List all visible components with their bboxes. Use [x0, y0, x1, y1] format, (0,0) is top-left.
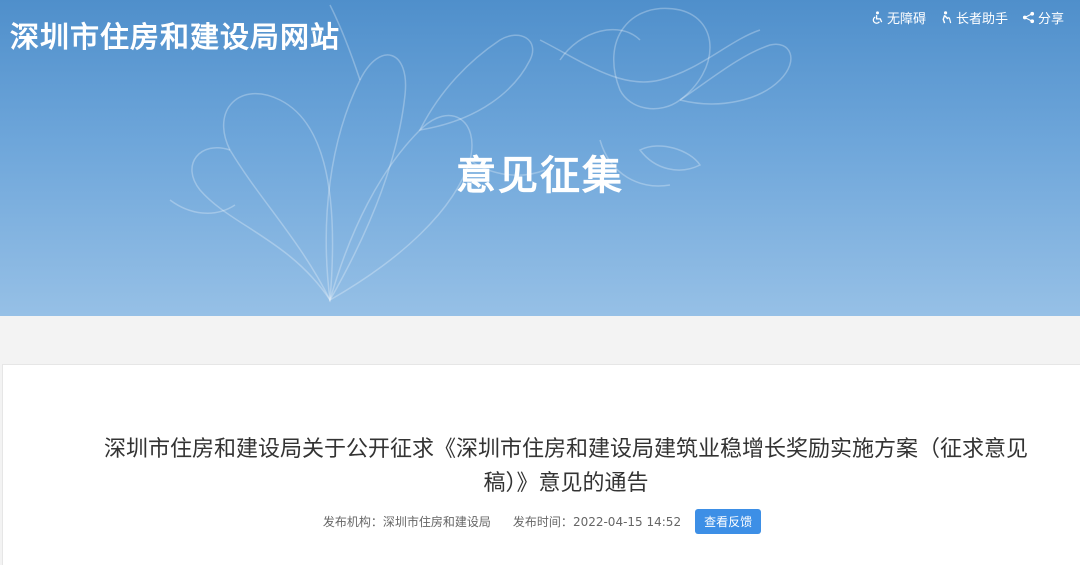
publish-time-value: 2022-04-15 14:52 — [572, 514, 682, 529]
site-title[interactable]: 深圳市住房和建设局网站 — [10, 14, 340, 56]
accessibility-link[interactable]: 无障碍 — [871, 8, 926, 27]
article-meta: 发布机构： 深圳市住房和建设局 发布时间： 2022-04-15 14:52 查… — [3, 509, 1080, 534]
publisher-value: 深圳市住房和建设局 — [382, 515, 491, 529]
publisher-label: 发布机构： — [322, 515, 383, 529]
elder-helper-link[interactable]: 长者助手 — [940, 8, 1008, 27]
share-icon — [1022, 11, 1035, 24]
view-feedback-button[interactable]: 查看反馈 — [695, 509, 762, 534]
share-label: 分享 — [1037, 12, 1064, 27]
banner-title: 意见征集 — [456, 153, 624, 199]
article-card: 深圳市住房和建设局关于公开征求《深圳市住房和建设局建筑业稳增长奖励实施方案（征求… — [2, 364, 1080, 565]
elder-icon — [942, 11, 952, 24]
header-banner: 深圳市住房和建设局网站 无障碍 长者助手 分享 意见征集 — [0, 0, 1080, 316]
share-link[interactable]: 分享 — [1022, 8, 1064, 27]
publish-time-label: 发布时间： — [512, 515, 573, 529]
accessibility-label: 无障碍 — [886, 12, 926, 27]
header-tools: 无障碍 长者助手 分享 — [871, 8, 1064, 27]
article-title: 深圳市住房和建设局关于公开征求《深圳市住房和建设局建筑业稳增长奖励实施方案（征求… — [103, 437, 1028, 496]
wheelchair-icon — [872, 11, 883, 24]
elder-helper-label: 长者助手 — [955, 12, 1008, 27]
